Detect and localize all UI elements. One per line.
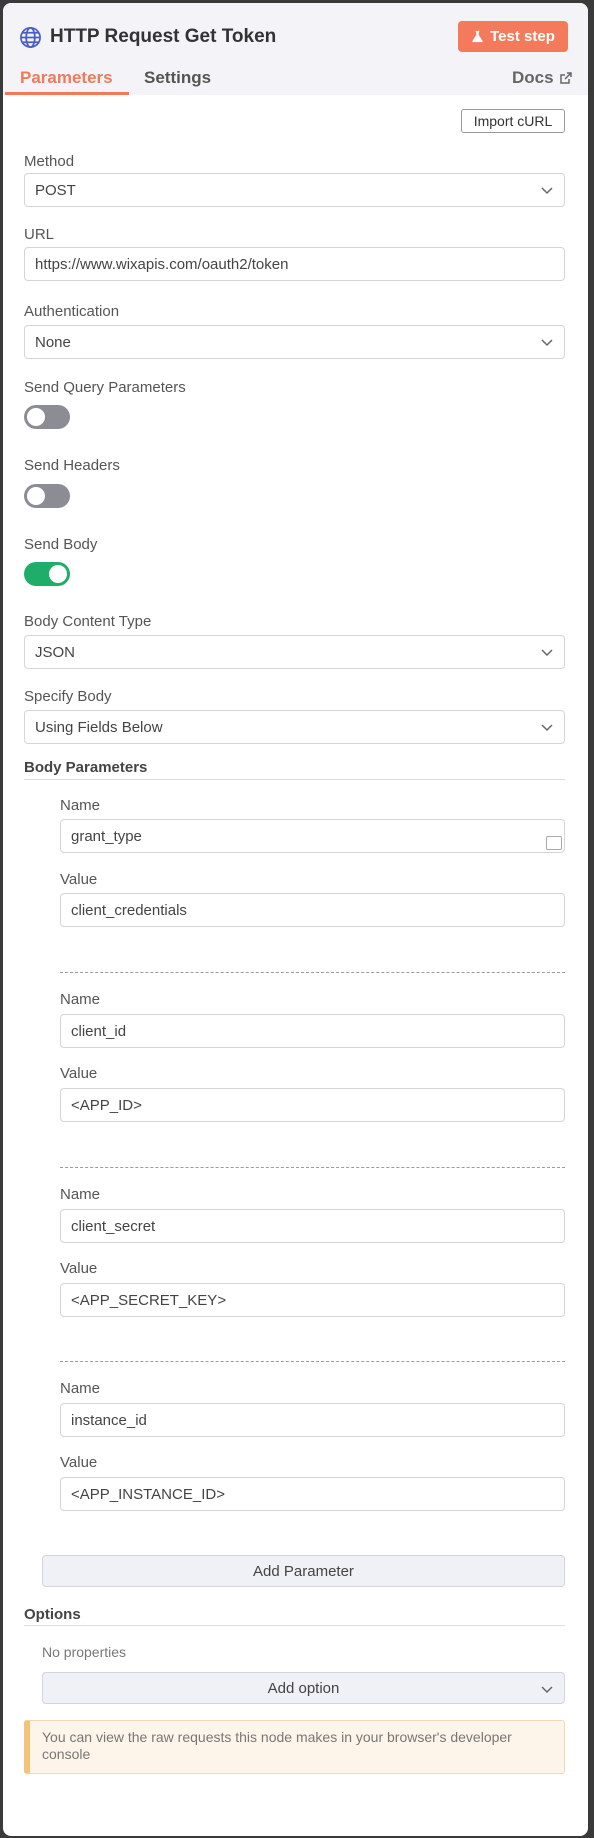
send-headers-toggle[interactable] (24, 484, 70, 508)
param-value-value: <APP_ID> (71, 1096, 142, 1114)
test-step-button[interactable]: Test step (458, 21, 568, 52)
method-value: POST (35, 181, 76, 199)
param-name-value: client_id (71, 1022, 127, 1040)
chevron-down-icon (541, 649, 553, 657)
url-label: URL (24, 226, 55, 243)
import-curl-button[interactable]: Import cURL (461, 109, 565, 133)
test-step-label: Test step (490, 28, 555, 45)
toggle-knob (49, 565, 67, 583)
param-separator (60, 972, 565, 973)
toggle-knob (27, 408, 45, 426)
param-name-label: Name (60, 991, 101, 1008)
authentication-select[interactable]: None (24, 325, 565, 359)
chevron-down-icon (541, 187, 553, 195)
tab-docs[interactable]: Docs (512, 68, 572, 88)
divider (24, 779, 565, 780)
external-link-icon (559, 72, 572, 84)
send-headers-label: Send Headers (24, 457, 120, 474)
param-separator (60, 1361, 565, 1362)
param-name-value: grant_type (71, 827, 142, 845)
title-row: HTTP Request Get Token (19, 20, 276, 54)
method-select[interactable]: POST (24, 173, 565, 207)
add-option-select[interactable]: Add option (42, 1672, 565, 1704)
active-tab-indicator (5, 92, 129, 95)
method-label: Method (24, 153, 75, 170)
authentication-label: Authentication (24, 303, 120, 320)
send-body-label: Send Body (24, 536, 98, 553)
param-name-input[interactable]: grant_type (60, 819, 565, 853)
chevron-down-icon (541, 1686, 553, 1694)
param-name-label: Name (60, 797, 101, 814)
send-query-parameters-label: Send Query Parameters (24, 379, 186, 396)
url-input[interactable]: https://www.wixapis.com/oauth2/token (24, 247, 565, 281)
info-notice: You can view the raw requests this node … (24, 1720, 565, 1774)
send-body-toggle[interactable] (24, 562, 70, 586)
param-value-label: Value (60, 1260, 98, 1277)
tab-parameters[interactable]: Parameters (20, 68, 113, 88)
param-name-input[interactable]: client_id (60, 1014, 565, 1048)
param-name-value: client_secret (71, 1217, 156, 1235)
param-name-label: Name (60, 1380, 101, 1397)
no-properties-text: No properties (42, 1644, 127, 1660)
node-title[interactable]: HTTP Request Get Token (50, 26, 276, 48)
param-value-value: client_credentials (71, 901, 187, 919)
body-content-type-label: Body Content Type (24, 613, 152, 630)
specify-body-select[interactable]: Using Fields Below (24, 710, 565, 744)
authentication-value: None (35, 333, 71, 351)
param-value-input[interactable]: <APP_SECRET_KEY> (60, 1283, 565, 1317)
param-value-value: <APP_INSTANCE_ID> (71, 1485, 225, 1503)
divider (24, 1625, 565, 1626)
body-parameters-heading: Body Parameters (24, 759, 148, 776)
body-content-type-select[interactable]: JSON (24, 635, 565, 669)
options-heading: Options (24, 1606, 81, 1623)
globe-icon (20, 26, 41, 48)
param-value-label: Value (60, 1065, 98, 1082)
param-separator (60, 1167, 565, 1168)
node-panel: HTTP Request Get Token Test step Paramet… (3, 3, 588, 1836)
specify-body-value: Using Fields Below (35, 718, 163, 736)
body-content-type-value: JSON (35, 643, 76, 661)
specify-body-label: Specify Body (24, 688, 112, 705)
add-option-label: Add option (267, 1679, 340, 1697)
docs-label: Docs (512, 68, 554, 87)
flask-icon (472, 30, 483, 43)
param-value-input[interactable]: <APP_INSTANCE_ID> (60, 1477, 565, 1511)
param-name-label: Name (60, 1186, 101, 1203)
chevron-down-icon (541, 724, 553, 732)
tab-settings[interactable]: Settings (144, 68, 211, 88)
add-parameter-button[interactable]: Add Parameter (42, 1555, 565, 1587)
chevron-down-icon (541, 339, 553, 347)
url-value: https://www.wixapis.com/oauth2/token (35, 255, 289, 273)
param-value-input[interactable]: client_credentials (60, 893, 565, 927)
param-value-label: Value (60, 1454, 98, 1471)
send-query-parameters-toggle[interactable] (24, 405, 70, 429)
expand-icon[interactable] (546, 836, 562, 850)
toggle-knob (27, 487, 45, 505)
param-name-input[interactable]: instance_id (60, 1403, 565, 1437)
param-name-input[interactable]: client_secret (60, 1209, 565, 1243)
param-value-label: Value (60, 871, 98, 888)
panel-header: HTTP Request Get Token Test step Paramet… (3, 3, 588, 95)
param-value-input[interactable]: <APP_ID> (60, 1088, 565, 1122)
param-value-value: <APP_SECRET_KEY> (71, 1291, 227, 1309)
param-name-value: instance_id (71, 1411, 147, 1429)
